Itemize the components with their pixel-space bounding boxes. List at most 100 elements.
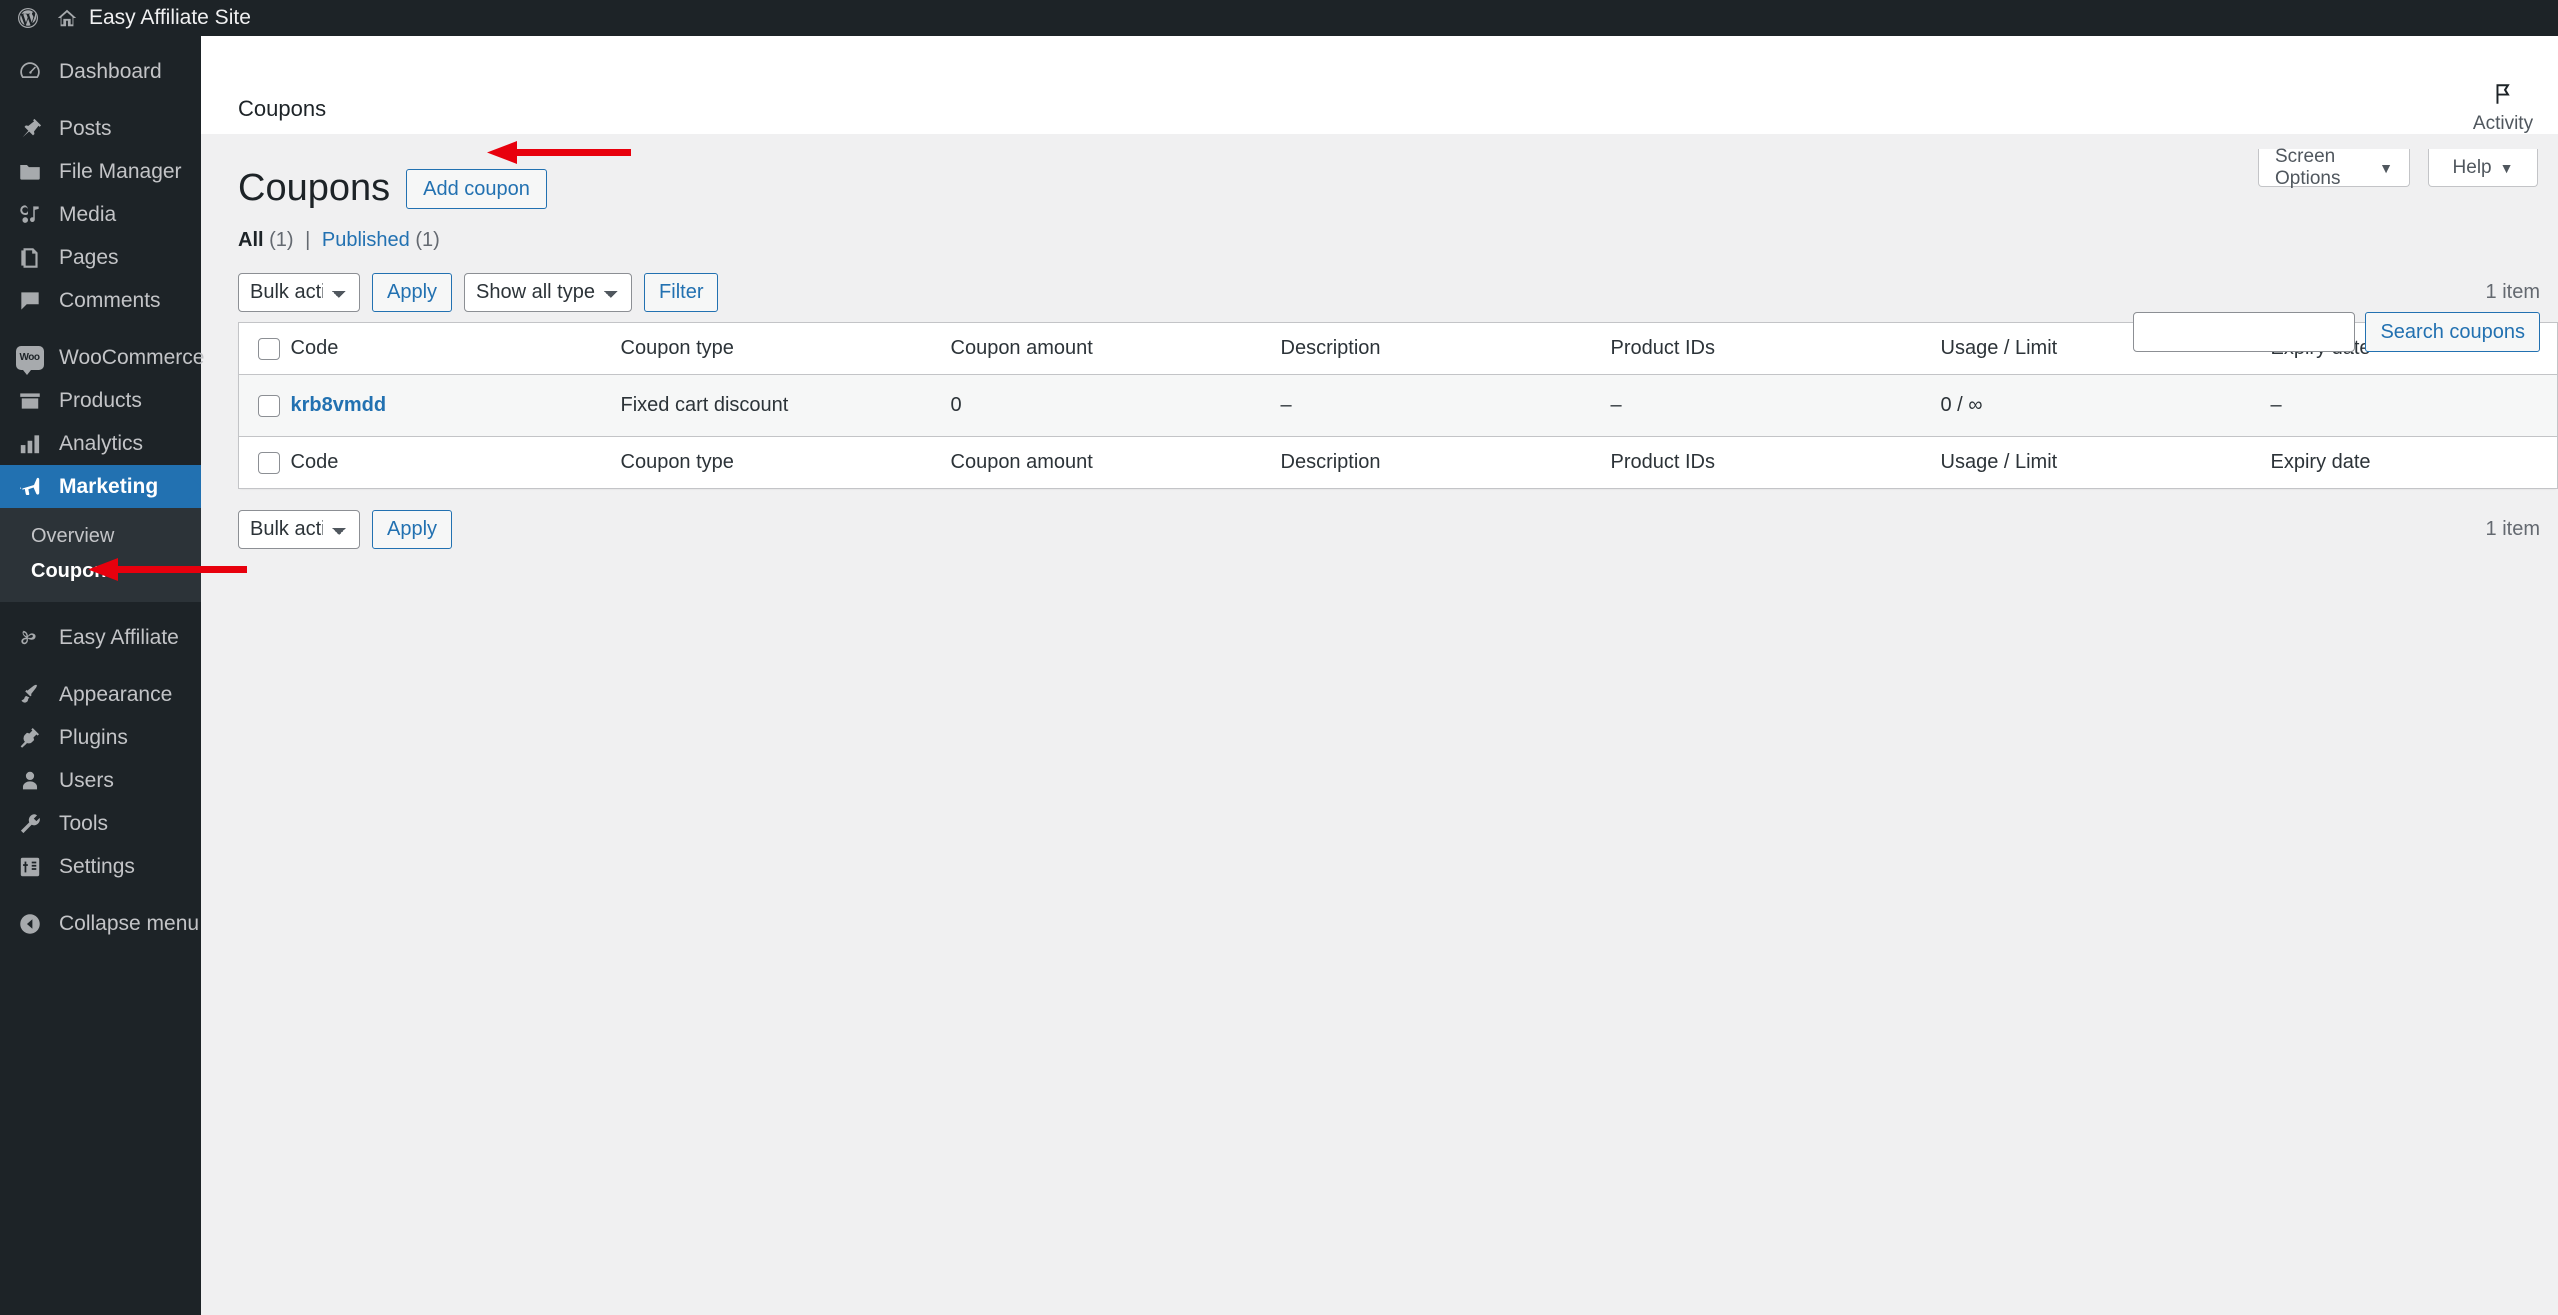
column-footer-description[interactable]: Description <box>1280 436 1611 489</box>
submenu-item-coupons[interactable]: Coupons <box>0 554 201 589</box>
apply-button-top[interactable]: Apply <box>372 272 453 312</box>
menu-spacer-5 <box>0 888 201 902</box>
select-all-header <box>238 322 291 376</box>
select-all-checkbox-footer[interactable] <box>258 451 280 474</box>
column-header-description[interactable]: Description <box>1280 322 1611 376</box>
activity-label: Activity <box>2472 113 2534 134</box>
cell-description: – <box>1280 374 1611 437</box>
table-row[interactable]: krb8vmdd Fixed cart discount 0 – – 0 / ∞… <box>238 374 2558 437</box>
sidebar-item-pages[interactable]: Pages <box>0 236 201 279</box>
sidebar-item-dashboard[interactable]: Dashboard <box>0 50 201 93</box>
row-checkbox[interactable] <box>258 394 280 417</box>
displaying-num-top: 1 item <box>2485 281 2540 304</box>
column-footer-code[interactable]: Code <box>290 436 621 489</box>
view-filter-links: All (1) | Published (1) <box>238 229 2558 252</box>
site-name-button[interactable]: Easy Affiliate Site <box>54 0 263 36</box>
page-wrap: Coupons Add coupon All (1) | Published (… <box>201 134 2558 549</box>
chart-bar-icon <box>0 431 59 457</box>
column-header-code[interactable]: Code <box>290 322 621 376</box>
table-footer-row: Code Coupon type Coupon amount Descripti… <box>238 436 2558 489</box>
flag-icon <box>2468 81 2538 107</box>
settings-icon <box>0 854 59 880</box>
pin-icon <box>0 116 59 142</box>
sidebar-item-analytics[interactable]: Analytics <box>0 422 201 465</box>
sidebar-item-label: File Manager <box>59 159 182 183</box>
column-footer-usage-limit[interactable]: Usage / Limit <box>1940 436 2271 489</box>
activity-button[interactable]: Activity <box>2468 81 2538 135</box>
sidebar-item-posts[interactable]: Posts <box>0 107 201 150</box>
sidebar-item-plugins[interactable]: Plugins <box>0 716 201 759</box>
menu-spacer-3 <box>0 602 201 616</box>
column-header-product-ids[interactable]: Product IDs <box>1610 322 1941 376</box>
media-icon <box>0 202 59 228</box>
column-footer-expiry-date[interactable]: Expiry date <box>2270 436 2558 489</box>
folder-icon <box>0 159 59 185</box>
cell-coupon-amount: 0 <box>950 374 1281 437</box>
row-checkbox-cell <box>238 374 291 437</box>
home-icon <box>56 7 78 29</box>
sidebar-item-easy-affiliate[interactable]: Easy Affiliate <box>0 616 201 659</box>
sidebar-item-marketing[interactable]: Marketing <box>0 465 201 508</box>
products-icon <box>0 388 59 414</box>
column-footer-coupon-amount[interactable]: Coupon amount <box>950 436 1281 489</box>
sidebar-item-label: Media <box>59 202 117 226</box>
bulk-actions-select-top[interactable]: Bulk actions <box>238 272 360 312</box>
cell-product-ids: – <box>1610 374 1941 437</box>
sidebar-item-settings[interactable]: Settings <box>0 845 201 888</box>
displaying-num-bottom: 1 item <box>2485 518 2540 541</box>
easy-affiliate-icon <box>0 625 59 651</box>
sidebar-item-label: Comments <box>59 288 161 312</box>
breadcrumb: Coupons <box>238 96 327 121</box>
sidebar-item-appearance[interactable]: Appearance <box>0 673 201 716</box>
table-foot: Code Coupon type Coupon amount Descripti… <box>238 436 2558 489</box>
megaphone-icon <box>0 474 59 500</box>
apply-button-bottom[interactable]: Apply <box>372 509 453 549</box>
column-header-coupon-type[interactable]: Coupon type <box>620 322 951 376</box>
sidebar-item-label: Marketing <box>59 474 159 498</box>
sidebar-item-label: Tools <box>59 811 109 835</box>
sidebar-item-label: Dashboard <box>59 59 162 83</box>
bulk-actions-select-bottom[interactable]: Bulk actions <box>238 509 360 549</box>
select-all-checkbox[interactable] <box>258 337 280 360</box>
menu-spacer-top <box>0 36 201 50</box>
wrench-icon <box>0 811 59 837</box>
sidebar-item-label: Pages <box>59 245 119 269</box>
menu-spacer-2 <box>0 322 201 336</box>
dashboard-icon <box>0 59 59 85</box>
view-all-count: (1) <box>269 229 294 252</box>
admin-bar: Easy Affiliate Site <box>0 0 2558 36</box>
paintbrush-icon <box>0 682 59 708</box>
content-area: Coupons Activity Screen Options ▼ Help ▼… <box>201 36 2558 1315</box>
add-coupon-button[interactable]: Add coupon <box>406 168 547 209</box>
pages-icon <box>0 245 59 271</box>
search-input[interactable] <box>2133 312 2356 352</box>
sidebar-item-label: Products <box>59 388 142 412</box>
sidebar-item-label: Plugins <box>59 725 128 749</box>
column-footer-product-ids[interactable]: Product IDs <box>1610 436 1941 489</box>
sidebar-item-collapse-menu[interactable]: Collapse menu <box>0 902 201 945</box>
sidebar-item-file-manager[interactable]: File Manager <box>0 150 201 193</box>
sidebar-item-label: Collapse menu <box>59 911 200 935</box>
page-title: Coupons <box>238 167 391 209</box>
sidebar-item-comments[interactable]: Comments <box>0 279 201 322</box>
sidebar-item-users[interactable]: Users <box>0 759 201 802</box>
search-coupons-button[interactable]: Search coupons <box>2365 312 2540 352</box>
sidebar-item-tools[interactable]: Tools <box>0 802 201 845</box>
sidebar-item-media[interactable]: Media <box>0 193 201 236</box>
cell-coupon-type: Fixed cart discount <box>620 374 951 437</box>
table-body: krb8vmdd Fixed cart discount 0 – – 0 / ∞… <box>238 374 2558 437</box>
sidebar-item-label: Analytics <box>59 431 144 455</box>
submenu-item-overview[interactable]: Overview <box>0 519 201 554</box>
view-separator: | <box>305 229 311 252</box>
view-all-link[interactable]: All <box>238 229 264 251</box>
wordpress-logo-button[interactable] <box>0 0 54 36</box>
view-published-link[interactable]: Published <box>322 229 410 251</box>
filter-button[interactable]: Filter <box>644 272 719 312</box>
sidebar-item-products[interactable]: Products <box>0 379 201 422</box>
column-header-coupon-amount[interactable]: Coupon amount <box>950 322 1281 376</box>
coupon-type-filter-select[interactable]: Show all types <box>464 272 633 312</box>
sidebar-item-label: WooCommerce <box>59 345 205 369</box>
sidebar-item-woocommerce[interactable]: Woo WooCommerce <box>0 336 205 379</box>
column-footer-coupon-type[interactable]: Coupon type <box>620 436 951 489</box>
coupon-code-link[interactable]: krb8vmdd <box>291 394 387 416</box>
